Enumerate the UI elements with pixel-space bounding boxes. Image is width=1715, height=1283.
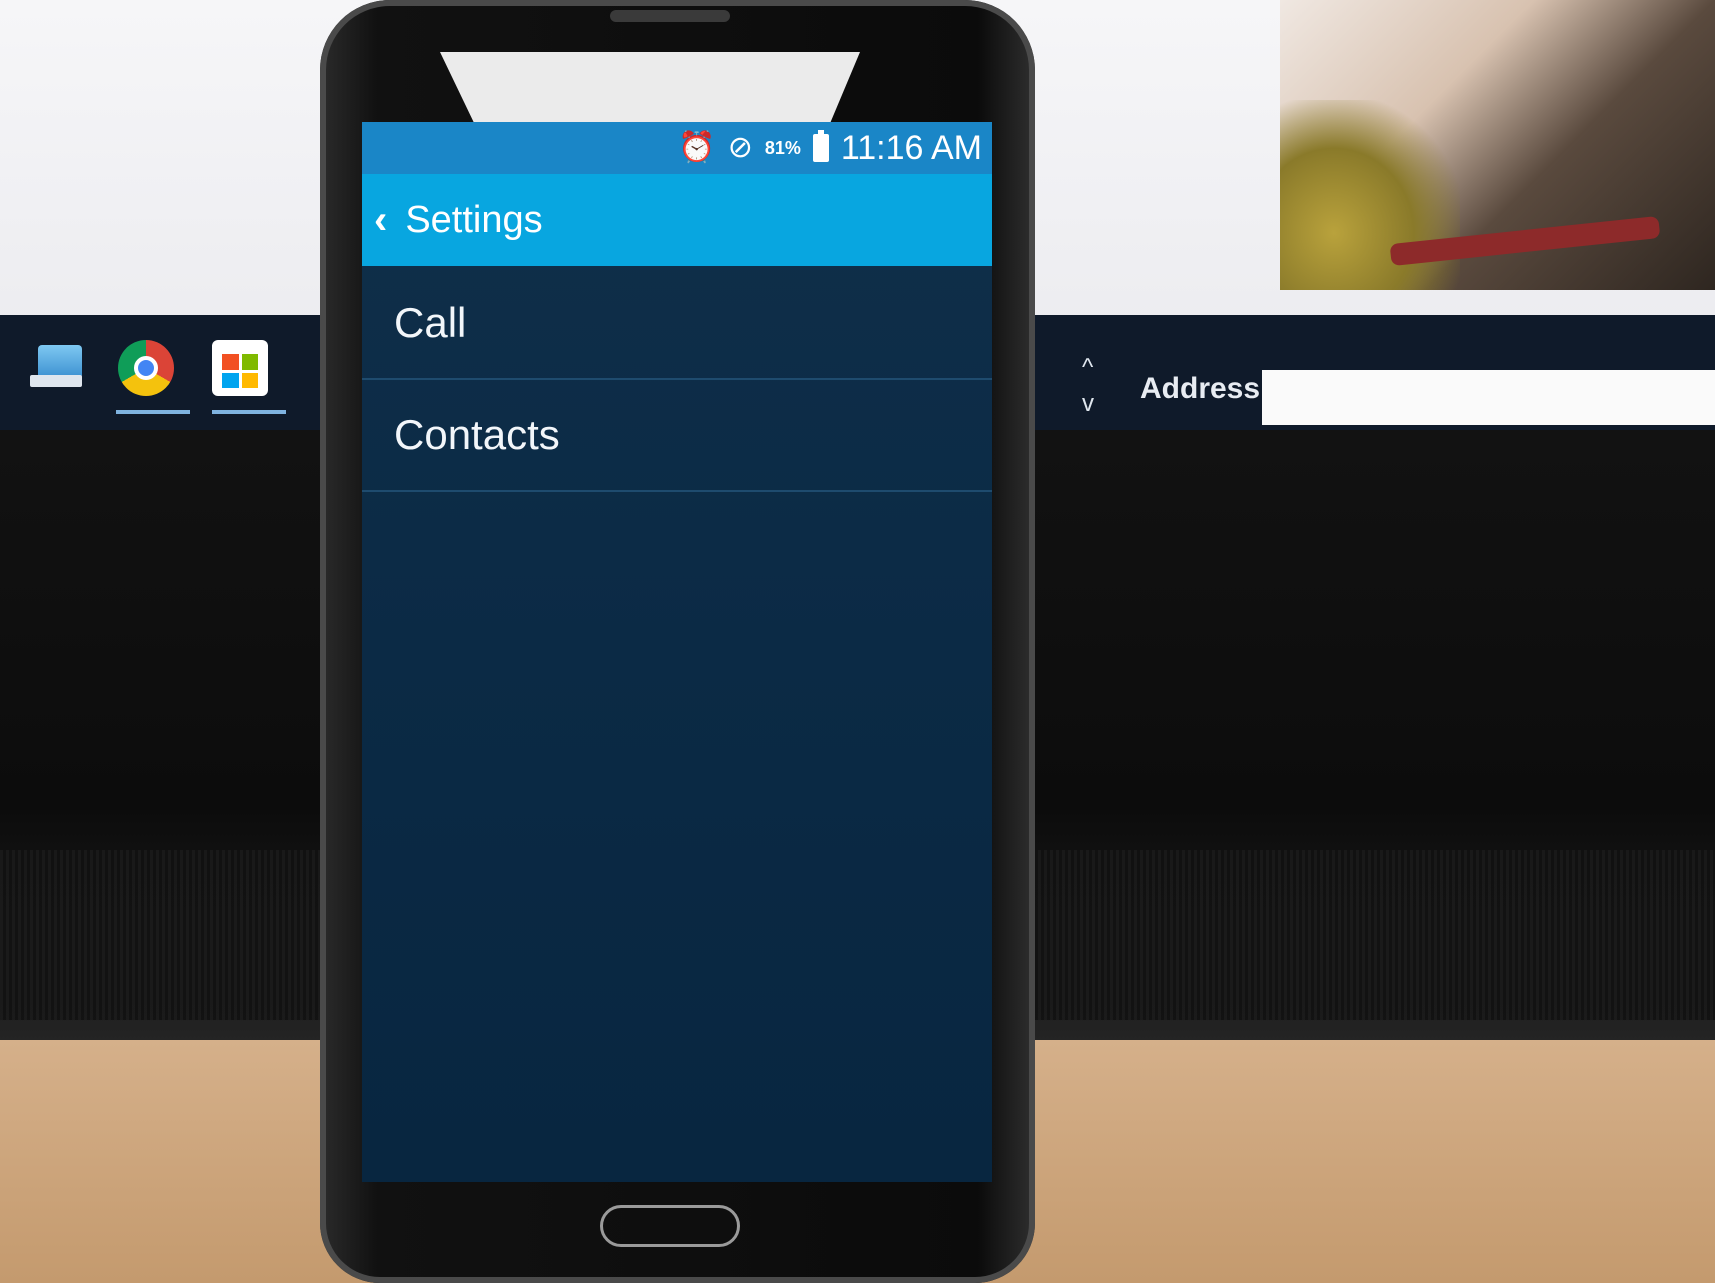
alarm-icon: ⏰ (678, 131, 716, 164)
page-title[interactable]: Settings (405, 199, 542, 242)
action-bar: ‹ Settings (362, 174, 992, 266)
status-bar: ⏰ ⊘ 81% 11:16 AM (362, 122, 992, 174)
scroll-up-icon[interactable]: ^ (1082, 350, 1094, 386)
settings-item-label: Call (394, 299, 467, 346)
chrome-active-indicator (116, 410, 190, 414)
store-square-red (222, 354, 239, 370)
battery-icon (812, 130, 829, 162)
background-photo (1280, 0, 1715, 290)
settings-item-label: Contacts (394, 411, 560, 458)
chrome-icon[interactable] (118, 340, 174, 396)
back-chevron-icon[interactable]: ‹ (374, 198, 387, 243)
store-square-yellow (241, 372, 258, 388)
store-square-green (241, 354, 258, 370)
this-pc-icon[interactable] (30, 345, 82, 387)
store-square-blue (222, 372, 239, 388)
status-time: 11:16 AM (840, 128, 982, 167)
screen-glare (440, 52, 860, 122)
settings-item-call[interactable]: Call (362, 268, 992, 380)
phone-earpiece (610, 10, 730, 22)
address-field[interactable] (1262, 370, 1715, 425)
do-not-disturb-icon: ⊘ (727, 131, 753, 164)
settings-item-contacts[interactable]: Contacts (362, 380, 992, 492)
phone-screen: ⏰ ⊘ 81% 11:16 AM ‹ Settings Call Contact… (362, 122, 992, 1182)
scroll-arrows[interactable]: ^ v (1082, 350, 1094, 422)
store-active-indicator (212, 410, 286, 414)
store-icon[interactable] (212, 340, 268, 396)
scroll-down-icon[interactable]: v (1082, 386, 1094, 422)
home-button[interactable] (600, 1205, 740, 1247)
battery-percent: 81% (764, 137, 801, 158)
address-label: Address (1140, 372, 1261, 405)
